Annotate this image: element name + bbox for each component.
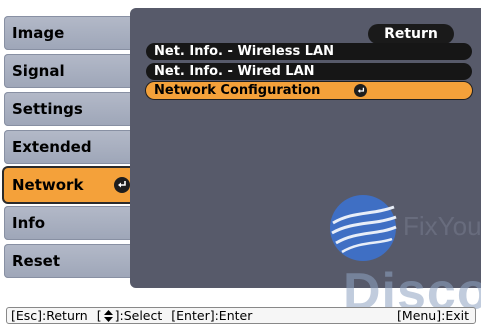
sidebar-item-label: Signal bbox=[12, 62, 65, 80]
sidebar-item-network[interactable]: Network bbox=[4, 168, 136, 202]
sidebar-item-settings[interactable]: Settings bbox=[4, 92, 136, 126]
help-select: []:Select bbox=[96, 308, 163, 323]
menu-item-wired-lan[interactable]: Net. Info. - Wired LAN bbox=[146, 63, 472, 80]
watermark-text: FixYou bbox=[403, 211, 481, 241]
sidebar-item-label: Network bbox=[12, 176, 84, 194]
menu-item-network-configuration[interactable]: Network Configuration bbox=[146, 82, 472, 99]
menu-item-label: Network Configuration bbox=[154, 83, 321, 98]
globe-watermark-icon bbox=[330, 195, 397, 261]
help-menu-exit: [Menu]:Exit bbox=[397, 308, 469, 323]
help-esc-return: [Esc]:Return bbox=[11, 308, 88, 323]
enter-icon bbox=[114, 177, 130, 193]
sidebar-item-signal[interactable]: Signal bbox=[4, 54, 136, 88]
sidebar-item-label: Image bbox=[12, 24, 65, 42]
return-button[interactable]: Return bbox=[368, 24, 454, 44]
sidebar-item-label: Info bbox=[12, 214, 46, 232]
sidebar-item-image[interactable]: Image bbox=[4, 16, 136, 50]
menu-item-label: Net. Info. - Wireless LAN bbox=[154, 44, 334, 59]
sidebar-item-label: Settings bbox=[12, 100, 83, 118]
up-down-arrow-icon bbox=[103, 310, 113, 322]
menu-item-label: Net. Info. - Wired LAN bbox=[154, 64, 315, 79]
sidebar-item-extended[interactable]: Extended bbox=[4, 130, 136, 164]
enter-icon bbox=[354, 84, 367, 97]
help-enter: [Enter]:Enter bbox=[171, 308, 253, 323]
sidebar-item-reset[interactable]: Reset bbox=[4, 244, 136, 278]
sidebar-item-info[interactable]: Info bbox=[4, 206, 136, 240]
help-bar: [Esc]:Return []:Select [Enter]:Enter [Me… bbox=[6, 307, 476, 324]
sidebar: Image Signal Settings Extended Network I… bbox=[0, 0, 140, 300]
sidebar-item-label: Reset bbox=[12, 252, 60, 270]
sidebar-item-label: Extended bbox=[12, 138, 92, 156]
menu-panel: Return Net. Info. - Wireless LAN Net. In… bbox=[130, 8, 481, 288]
menu-item-wireless-lan[interactable]: Net. Info. - Wireless LAN bbox=[146, 43, 472, 60]
